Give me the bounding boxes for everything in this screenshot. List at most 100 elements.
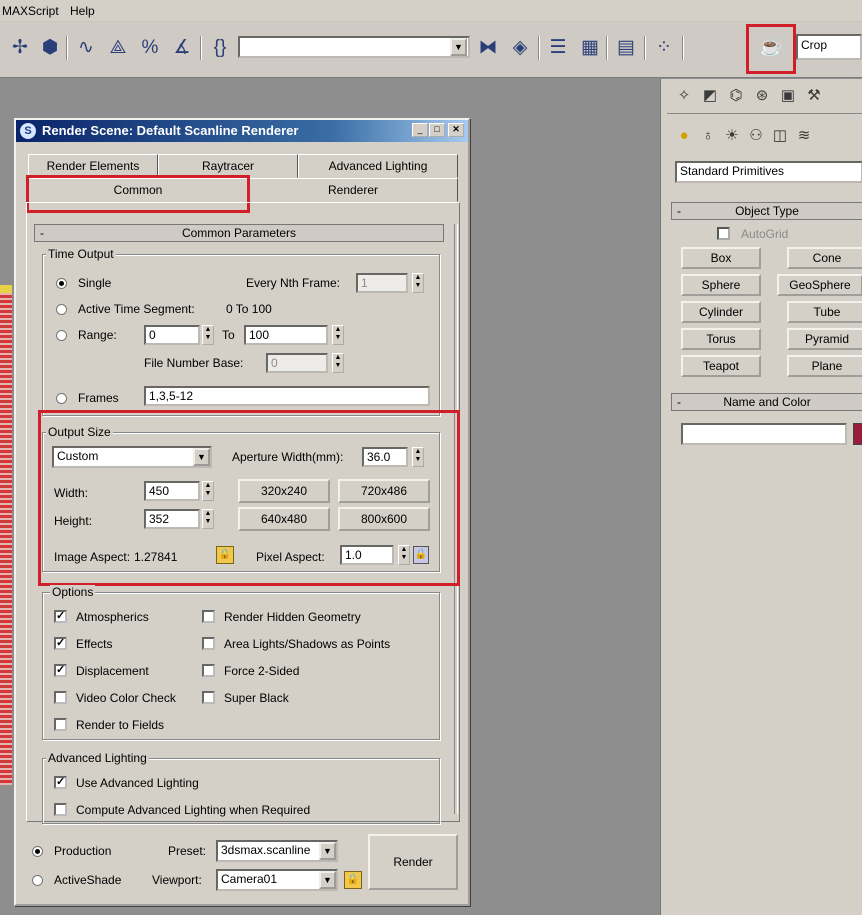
dialog-titlebar[interactable]: S Render Scene: Default Scanline Rendere…: [16, 120, 468, 142]
menu-maxscript[interactable]: MAXScript: [2, 4, 59, 18]
cylinder-button[interactable]: Cylinder: [681, 301, 761, 323]
select-move-icon[interactable]: ✢: [8, 36, 32, 60]
lights-icon[interactable]: ☀: [721, 125, 743, 147]
name-and-color-rollout-header[interactable]: - Name and Color: [671, 393, 862, 411]
minimize-icon[interactable]: _: [412, 123, 428, 137]
image-aspect-lock-icon[interactable]: 🔒: [216, 546, 234, 564]
shapes-icon[interactable]: ♁: [697, 125, 719, 147]
chevron-down-icon[interactable]: ▼: [319, 871, 336, 889]
active-time-segment-radio[interactable]: [56, 304, 67, 315]
close-icon[interactable]: ✕: [448, 123, 464, 137]
production-radio[interactable]: [32, 846, 43, 857]
modify-tab-icon[interactable]: ◩: [699, 85, 721, 107]
object-color-swatch[interactable]: [853, 423, 862, 445]
pixel-aspect-spinner[interactable]: ▲ ▼: [398, 545, 410, 565]
cameras-icon[interactable]: ⚇: [745, 125, 767, 147]
common-parameters-rollout-header[interactable]: - Common Parameters: [34, 224, 444, 242]
height-spinner[interactable]: ▲ ▼: [202, 509, 214, 529]
activeshade-radio[interactable]: [32, 875, 43, 886]
utilities-tab-icon[interactable]: ⚒: [803, 85, 825, 107]
teapot-button[interactable]: Teapot: [681, 355, 761, 377]
pyramid-button[interactable]: Pyramid: [787, 328, 862, 350]
maximize-icon[interactable]: □: [429, 123, 445, 137]
viewport-lock-icon[interactable]: 🔒: [344, 871, 362, 889]
object-type-rollout-header[interactable]: - Object Type: [671, 202, 862, 220]
render-hidden-geometry-checkbox[interactable]: [202, 610, 215, 623]
motion-tab-icon[interactable]: ⊛: [751, 85, 773, 107]
box-button[interactable]: Box: [681, 247, 761, 269]
width-input[interactable]: 450: [144, 481, 200, 501]
menu-help[interactable]: Help: [70, 4, 95, 18]
tube-button[interactable]: Tube: [787, 301, 862, 323]
sphere-button[interactable]: Sphere: [681, 274, 761, 296]
tab-renderer[interactable]: Renderer: [248, 178, 458, 202]
named-selection-combo[interactable]: ▼: [238, 36, 470, 58]
edit-named-selections-icon[interactable]: {}: [208, 36, 232, 60]
helpers-icon[interactable]: ◫: [769, 125, 791, 147]
create-tab-icon[interactable]: ✧: [673, 85, 695, 107]
single-radio[interactable]: [56, 278, 67, 289]
output-size-preset-combo[interactable]: Custom ▼: [52, 446, 212, 468]
spinner-snap-icon[interactable]: ∡: [170, 36, 194, 60]
curve-editor-icon[interactable]: ▦: [578, 36, 602, 60]
select-and-scale-icon[interactable]: ⟁: [106, 36, 130, 60]
chevron-down-icon[interactable]: ▼: [193, 448, 210, 466]
every-nth-frame-spinner[interactable]: ▲ ▼: [412, 273, 424, 293]
range-radio[interactable]: [56, 330, 67, 341]
object-name-input[interactable]: [681, 423, 847, 445]
every-nth-frame-input[interactable]: 1: [356, 273, 408, 293]
render-to-fields-checkbox[interactable]: [54, 718, 67, 731]
mirror-icon[interactable]: ⧓: [476, 36, 500, 60]
schematic-view-icon[interactable]: ▤: [614, 36, 638, 60]
preset-320x240-button[interactable]: 320x240: [238, 479, 330, 503]
render-scene-teapot-icon[interactable]: ☕: [759, 36, 783, 60]
cone-button[interactable]: Cone: [787, 247, 862, 269]
chevron-down-icon[interactable]: ▼: [319, 842, 336, 860]
preset-720x486-button[interactable]: 720x486: [338, 479, 430, 503]
angle-snap-icon[interactable]: ∿: [74, 36, 98, 60]
plane-button[interactable]: Plane: [787, 355, 862, 377]
geosphere-button[interactable]: GeoSphere: [777, 274, 862, 296]
align-icon[interactable]: ◈: [508, 36, 532, 60]
aperture-width-spinner[interactable]: ▲ ▼: [412, 447, 424, 467]
render-button[interactable]: Render: [368, 834, 458, 890]
height-input[interactable]: 352: [144, 509, 200, 529]
frames-radio[interactable]: [56, 393, 67, 404]
super-black-checkbox[interactable]: [202, 691, 215, 704]
torus-button[interactable]: Torus: [681, 328, 761, 350]
frames-input[interactable]: 1,3,5-12: [144, 386, 430, 406]
width-spinner[interactable]: ▲ ▼: [202, 481, 214, 501]
atmospherics-checkbox[interactable]: ✓: [54, 610, 67, 623]
viewport-combo[interactable]: Camera01 ▼: [216, 869, 338, 891]
geometry-icon[interactable]: ●: [673, 125, 695, 147]
force-2-sided-checkbox[interactable]: [202, 664, 215, 677]
file-number-base-input[interactable]: 0: [266, 353, 328, 373]
object-category-combo[interactable]: Standard Primitives: [675, 161, 862, 183]
select-rotate-icon[interactable]: ⬢: [38, 36, 62, 60]
aperture-width-input[interactable]: 36.0: [362, 447, 408, 467]
preset-800x600-button[interactable]: 800x600: [338, 507, 430, 531]
preset-combo[interactable]: 3dsmax.scanline ▼: [216, 840, 338, 862]
tab-advanced-lighting[interactable]: Advanced Lighting: [298, 154, 458, 178]
space-warps-icon[interactable]: ≋: [793, 125, 815, 147]
displacement-checkbox[interactable]: ✓: [54, 664, 67, 677]
compute-advanced-lighting-checkbox[interactable]: [54, 803, 67, 816]
range-from-input[interactable]: 0: [144, 325, 200, 345]
preset-640x480-button[interactable]: 640x480: [238, 507, 330, 531]
use-advanced-lighting-checkbox[interactable]: ✓: [54, 776, 67, 789]
file-number-base-spinner[interactable]: ▲ ▼: [332, 353, 344, 373]
hierarchy-tab-icon[interactable]: ⌬: [725, 85, 747, 107]
render-type-combo[interactable]: Crop: [796, 34, 862, 60]
material-editor-icon[interactable]: ⁘: [652, 36, 676, 60]
pixel-aspect-lock-icon[interactable]: 🔒: [413, 546, 429, 564]
range-to-spinner[interactable]: ▲ ▼: [332, 325, 344, 345]
autogrid-checkbox[interactable]: [717, 227, 730, 240]
range-from-spinner[interactable]: ▲ ▼: [202, 325, 214, 345]
percent-snap-icon[interactable]: %: [138, 36, 162, 60]
pixel-aspect-input[interactable]: 1.0: [340, 545, 394, 565]
effects-checkbox[interactable]: ✓: [54, 637, 67, 650]
display-tab-icon[interactable]: ▣: [777, 85, 799, 107]
range-to-input[interactable]: 100: [244, 325, 328, 345]
video-color-check-checkbox[interactable]: [54, 691, 67, 704]
layer-manager-icon[interactable]: ☰: [546, 36, 570, 60]
